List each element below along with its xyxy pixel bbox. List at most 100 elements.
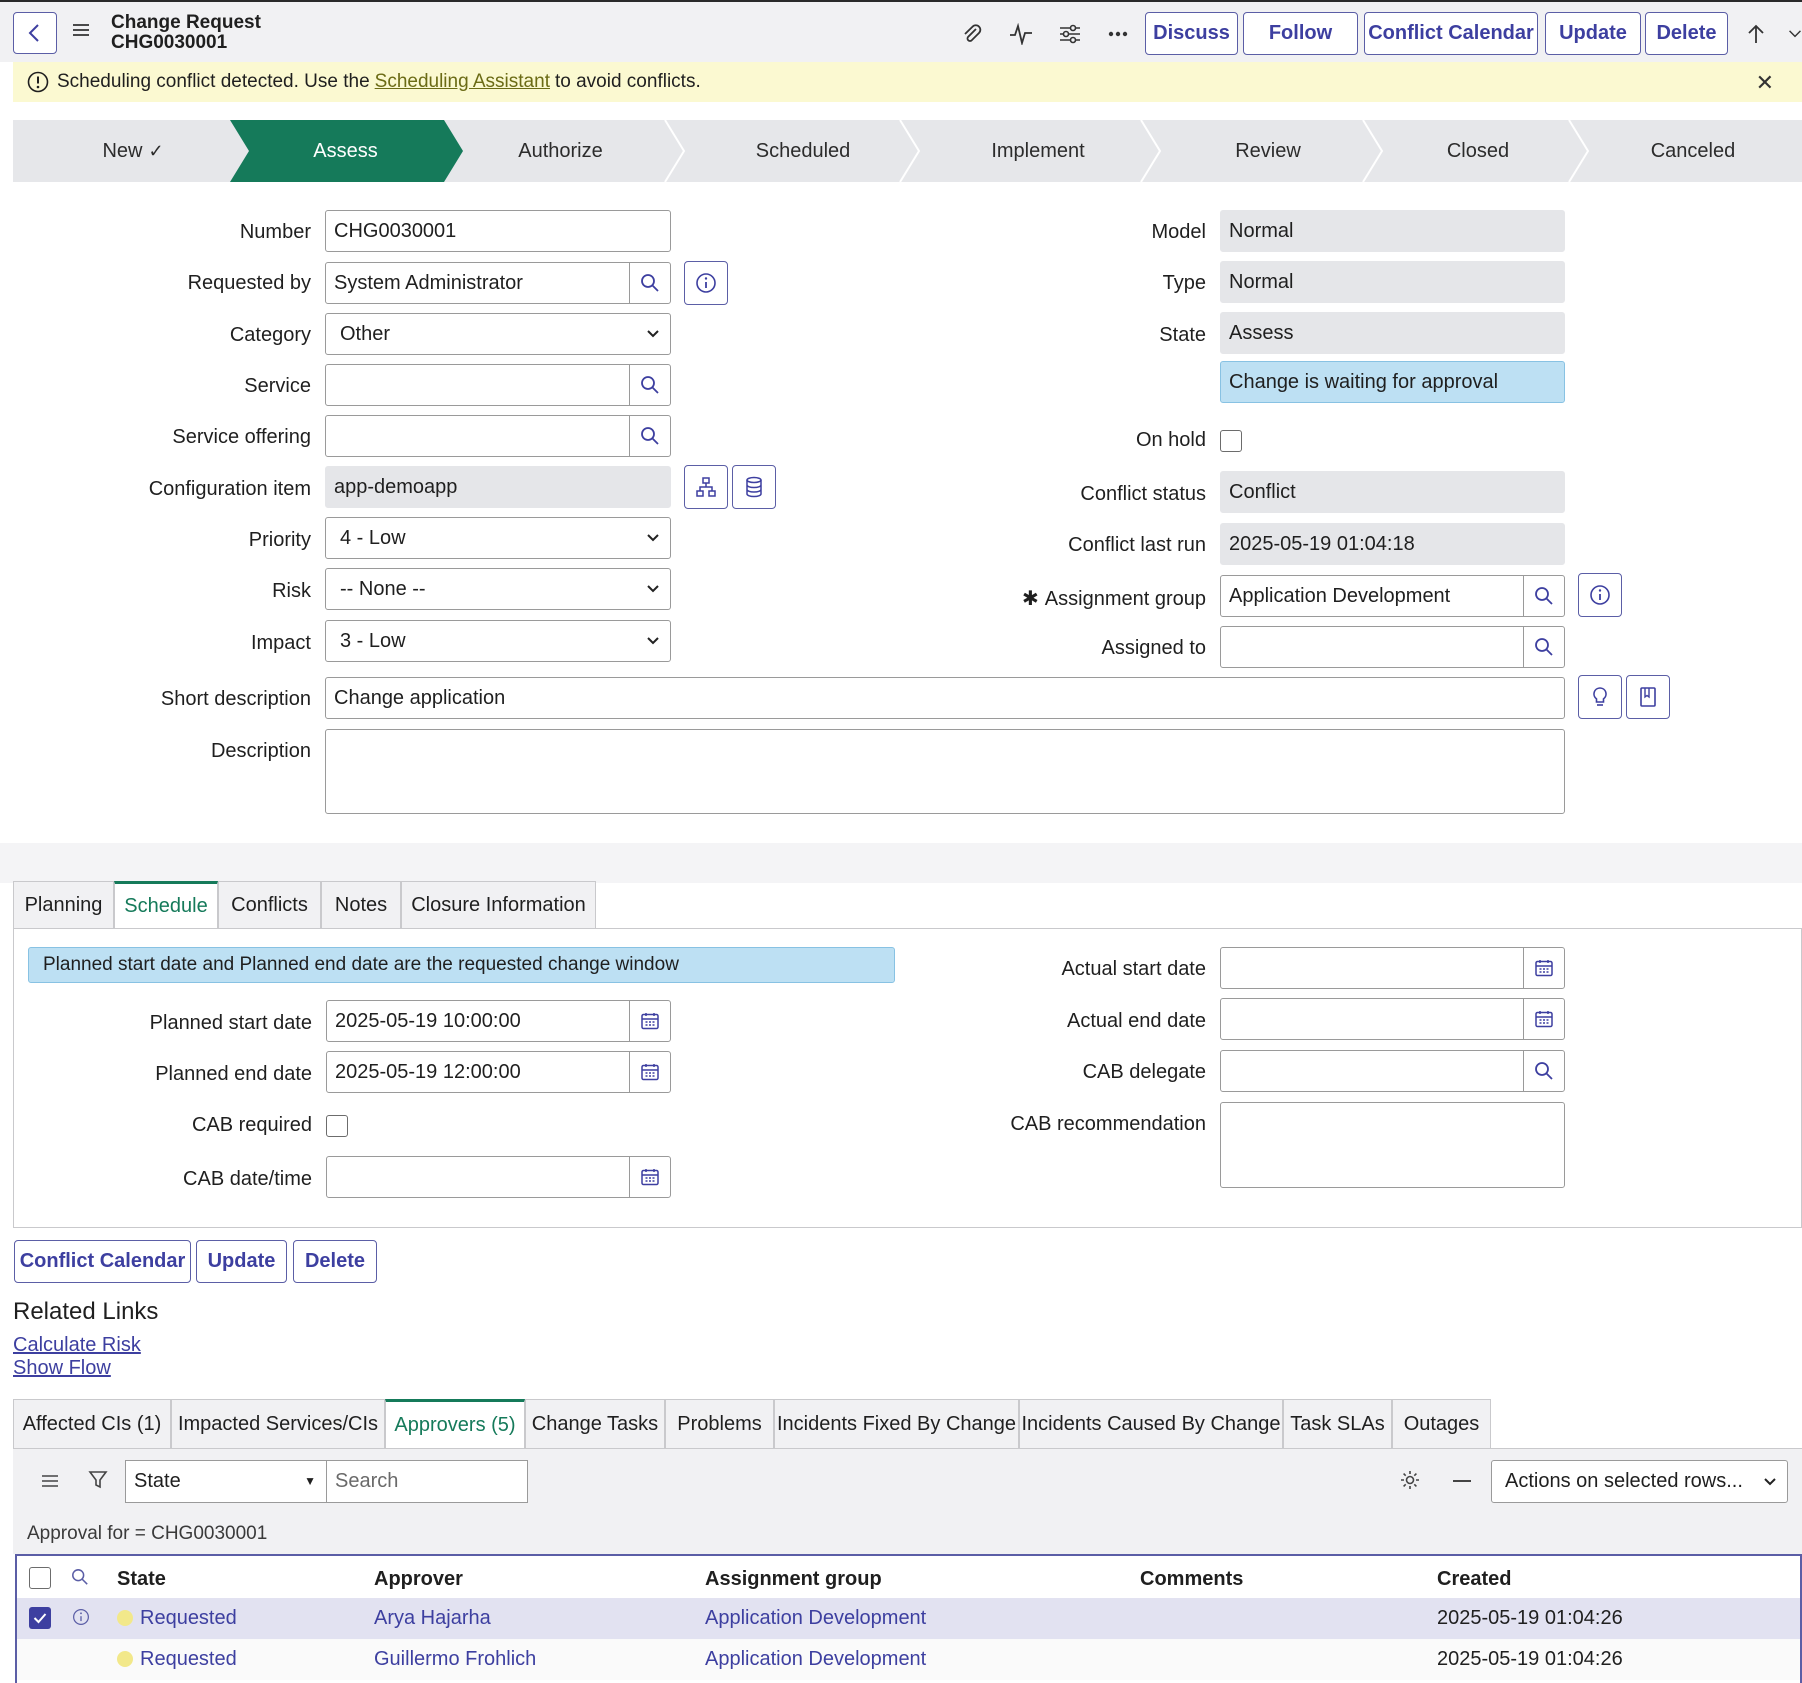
table-row[interactable]: Requested Guillermo Frohlich Application…: [17, 1639, 1800, 1680]
filter-icon[interactable]: [88, 1470, 108, 1495]
update-button[interactable]: Update: [1545, 12, 1641, 55]
tab-conflicts[interactable]: Conflicts: [218, 881, 321, 929]
paperclip-icon[interactable]: [958, 20, 986, 48]
discuss-button[interactable]: Discuss: [1145, 12, 1238, 55]
planned-start-calendar-button[interactable]: [629, 1000, 671, 1042]
cab-recommendation-textarea[interactable]: [1220, 1102, 1565, 1188]
conflict-status-field[interactable]: Conflict: [1220, 471, 1565, 513]
assignment-group-lookup-button[interactable]: [1523, 575, 1565, 617]
requested-by-lookup-button[interactable]: [629, 262, 671, 304]
state-field[interactable]: Assess: [1220, 312, 1565, 354]
assigned-to-field[interactable]: [1220, 626, 1525, 668]
calculate-risk-link[interactable]: Calculate Risk: [13, 1334, 141, 1357]
row-checkbox-checked[interactable]: [29, 1607, 51, 1629]
scheduling-assistant-link[interactable]: Scheduling Assistant: [375, 71, 550, 93]
planned-start-field[interactable]: 2025-05-19 10:00:00: [326, 1000, 630, 1042]
column-header-created[interactable]: Created: [1437, 1568, 1511, 1591]
filter-breadcrumb[interactable]: Approval for = CHG0030001: [13, 1514, 1802, 1554]
delete-button-bottom[interactable]: Delete: [293, 1240, 377, 1283]
ci-dependency-button[interactable]: [684, 465, 728, 509]
activity-icon[interactable]: [1007, 20, 1035, 48]
model-field[interactable]: Normal: [1220, 210, 1565, 252]
approver-cell[interactable]: Arya Hajarha: [374, 1607, 491, 1630]
type-field[interactable]: Normal: [1220, 261, 1565, 303]
tab-notes[interactable]: Notes: [321, 881, 401, 929]
on-hold-checkbox[interactable]: [1220, 430, 1242, 452]
menu-icon[interactable]: [72, 23, 90, 42]
group-cell[interactable]: Application Development: [705, 1607, 926, 1630]
short-description-field[interactable]: Change application: [325, 677, 1565, 719]
tab-schedule[interactable]: Schedule: [114, 881, 218, 929]
knowledge-button[interactable]: [1626, 675, 1670, 719]
actual-start-calendar-button[interactable]: [1523, 947, 1565, 989]
column-search-icon[interactable]: [71, 1568, 89, 1591]
show-flow-link[interactable]: Show Flow: [13, 1357, 111, 1380]
tab-incidents-caused[interactable]: Incidents Caused By Change: [1019, 1399, 1283, 1448]
tab-incidents-fixed[interactable]: Incidents Fixed By Change: [774, 1399, 1019, 1448]
configuration-item-field[interactable]: app-demoapp: [325, 466, 671, 508]
service-field[interactable]: [325, 364, 630, 406]
back-button[interactable]: [13, 12, 57, 54]
state-cell[interactable]: Requested: [117, 1607, 237, 1630]
column-header-assignment-group[interactable]: Assignment group: [705, 1568, 882, 1591]
table-row[interactable]: Requested Arya Hajarha Application Devel…: [17, 1598, 1800, 1639]
tab-problems[interactable]: Problems: [665, 1399, 774, 1448]
tab-planning[interactable]: Planning: [13, 881, 114, 929]
tab-outages[interactable]: Outages: [1392, 1399, 1491, 1448]
approver-cell[interactable]: Guillermo Frohlich: [374, 1648, 536, 1671]
collapse-icon[interactable]: [1453, 1480, 1471, 1482]
tab-impacted-services[interactable]: Impacted Services/CIs: [171, 1399, 385, 1448]
requested-by-info-button[interactable]: [684, 261, 728, 305]
conflict-last-run-field[interactable]: 2025-05-19 01:04:18: [1220, 523, 1565, 565]
arrow-up-icon[interactable]: [1742, 20, 1770, 48]
tab-affected-cis[interactable]: Affected CIs (1): [13, 1399, 171, 1448]
description-textarea[interactable]: [325, 729, 1565, 814]
follow-button[interactable]: Follow: [1243, 12, 1358, 55]
impact-select[interactable]: 3 - Low: [325, 620, 671, 662]
actual-start-field[interactable]: [1220, 947, 1524, 989]
actual-end-field[interactable]: [1220, 998, 1524, 1040]
column-header-approver[interactable]: Approver: [374, 1568, 463, 1591]
tab-closure-information[interactable]: Closure Information: [401, 881, 596, 929]
ci-database-button[interactable]: [732, 465, 776, 509]
cab-datetime-field[interactable]: [326, 1156, 630, 1198]
cab-delegate-field[interactable]: [1220, 1050, 1524, 1092]
settings-sliders-icon[interactable]: [1056, 20, 1084, 48]
tab-approvers[interactable]: Approvers (5): [385, 1399, 525, 1448]
cab-delegate-lookup-button[interactable]: [1523, 1050, 1565, 1092]
more-options-icon[interactable]: [1104, 20, 1132, 48]
actions-select[interactable]: Actions on selected rows...: [1491, 1460, 1788, 1503]
conflict-calendar-button[interactable]: Conflict Calendar: [1364, 12, 1538, 55]
tab-task-slas[interactable]: Task SLAs: [1283, 1399, 1392, 1448]
service-offering-field[interactable]: [325, 415, 630, 457]
actual-end-calendar-button[interactable]: [1523, 998, 1565, 1040]
column-header-state[interactable]: State: [117, 1568, 166, 1591]
update-button-bottom[interactable]: Update: [196, 1240, 287, 1283]
tab-change-tasks[interactable]: Change Tasks: [525, 1399, 665, 1448]
priority-select[interactable]: 4 - Low: [325, 517, 671, 559]
delete-button[interactable]: Delete: [1645, 12, 1728, 55]
row-info-icon[interactable]: [72, 1608, 90, 1631]
conflict-calendar-button-bottom[interactable]: Conflict Calendar: [14, 1240, 191, 1283]
gear-icon[interactable]: [1399, 1469, 1421, 1496]
planned-end-field[interactable]: 2025-05-19 12:00:00: [326, 1051, 630, 1093]
planned-end-calendar-button[interactable]: [629, 1051, 671, 1093]
close-icon[interactable]: ✕: [1756, 70, 1774, 96]
number-field[interactable]: CHG0030001: [325, 210, 671, 252]
chevron-down-icon[interactable]: [1788, 20, 1802, 48]
requested-by-field[interactable]: System Administrator: [325, 262, 630, 304]
service-offering-lookup-button[interactable]: [629, 415, 671, 457]
risk-select[interactable]: -- None --: [325, 568, 671, 610]
cab-datetime-calendar-button[interactable]: [629, 1156, 671, 1198]
assigned-to-lookup-button[interactable]: [1523, 626, 1565, 668]
service-lookup-button[interactable]: [629, 364, 671, 406]
select-all-checkbox[interactable]: [29, 1567, 51, 1589]
list-menu-icon[interactable]: [41, 1474, 59, 1493]
state-cell[interactable]: Requested: [117, 1648, 237, 1671]
search-field-select[interactable]: State ▼: [125, 1460, 327, 1503]
cab-required-checkbox[interactable]: [326, 1115, 348, 1137]
list-search-input[interactable]: Search: [326, 1460, 528, 1503]
group-cell[interactable]: Application Development: [705, 1648, 926, 1671]
column-header-comments[interactable]: Comments: [1140, 1568, 1243, 1591]
suggestion-button[interactable]: [1578, 675, 1622, 719]
